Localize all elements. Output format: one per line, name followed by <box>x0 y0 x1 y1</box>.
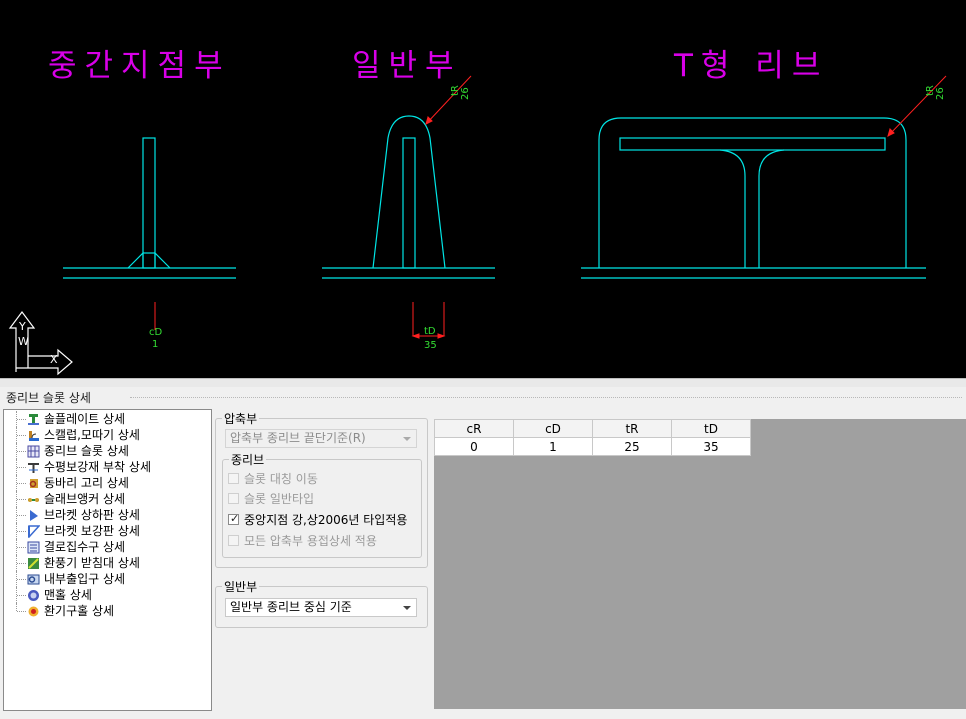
bracket-stiffener-icon <box>28 525 40 538</box>
panel-title: 종리브 슬롯 상세 <box>6 391 91 405</box>
caption-rule <box>130 397 962 399</box>
tree-label: 종리브 슬롯 상세 <box>44 444 129 458</box>
check-icon: ✓ <box>230 512 240 525</box>
dim-td-value: 35 <box>424 340 437 351</box>
dim-cd-value: 1 <box>152 339 158 350</box>
title-general: 일반부 <box>352 48 462 84</box>
value-grid[interactable]: cR cD tR tD 0 1 25 35 <box>434 419 751 456</box>
ucs-y-label: Y <box>18 320 26 333</box>
scallop-icon <box>29 431 39 441</box>
chevron-down-icon <box>403 437 411 441</box>
stiffener-icon <box>28 463 39 473</box>
grid-row[interactable]: 0 1 25 35 <box>434 437 751 456</box>
grid-header-cell: cD <box>513 419 593 438</box>
tree-label: 수평보강재 부착 상세 <box>44 460 151 474</box>
checkbox-box[interactable] <box>228 473 239 484</box>
grid-header-cell: tD <box>671 419 751 438</box>
fan-support-icon <box>28 558 39 569</box>
dim-tr-value-2: 26 <box>935 87 946 100</box>
checkbox-label: 중앙지점 강,상2006년 타입적용 <box>244 513 408 527</box>
tree-label: 맨홀 상세 <box>44 588 92 602</box>
checkbox-slot-symmetric-move[interactable]: 슬롯 대칭 이동 <box>228 471 418 487</box>
checkbox-label: 슬롯 일반타입 <box>244 492 315 506</box>
tree-label: 슬래브앵커 상세 <box>44 492 126 506</box>
tree-label: 내부출입구 상세 <box>44 572 126 586</box>
tree-label: 동바리 고리 상세 <box>44 476 129 490</box>
checkbox-box[interactable] <box>228 493 239 504</box>
splitter-bar[interactable] <box>0 378 966 387</box>
bracket-flange-icon <box>30 510 38 521</box>
shoring-ring-icon <box>29 479 38 488</box>
manhole-icon <box>28 590 39 601</box>
rib-legend: 종리브 <box>231 453 265 467</box>
cad-viewport[interactable]: 중간지점부 일반부 T형 리브 cD 1 tD 35 tR 26 tR 26 Y… <box>0 0 966 378</box>
grid-cell[interactable]: 25 <box>592 437 672 456</box>
grid-cell[interactable]: 1 <box>513 437 593 456</box>
general-legend: 일반부 <box>224 580 258 594</box>
tree-label: 솔플레이트 상세 <box>44 412 126 426</box>
access-door-icon <box>27 574 40 585</box>
checkbox-slot-general-type[interactable]: 슬롯 일반타입 <box>228 491 418 507</box>
checkbox-label: 모든 압축부 용접상세 적용 <box>244 534 377 548</box>
general-select-value: 일반부 종리브 중심 기준 <box>230 600 352 614</box>
compression-legend: 압축부 <box>224 412 258 426</box>
checkbox-box[interactable] <box>228 535 239 546</box>
tree-label: 결로집수구 상세 <box>44 540 126 554</box>
middle-support-geometry <box>63 137 236 279</box>
checkbox-label: 슬롯 대칭 이동 <box>244 472 318 486</box>
tree-label: 환풍기 받침대 상세 <box>44 556 140 570</box>
dim-cd-label: cD <box>149 327 162 338</box>
svg-text:W: W <box>18 335 29 348</box>
tree-label: 스캘럽,모따기 상세 <box>44 428 140 442</box>
slab-anchor-icon <box>28 498 39 502</box>
vent-hole-icon <box>28 606 39 617</box>
grid-cell[interactable]: 0 <box>434 437 514 456</box>
chevron-down-icon <box>403 606 411 610</box>
general-select[interactable]: 일반부 종리브 중심 기준 <box>225 598 417 617</box>
checkbox-all-compression-weld[interactable]: 모든 압축부 용접상세 적용 <box>228 533 418 549</box>
ucs-x-label: X <box>50 353 58 366</box>
tree-label: 환기구홀 상세 <box>44 604 115 618</box>
grid-header-cell: tR <box>592 419 672 438</box>
compression-select-value: 압축부 종리브 끝단기준(R) <box>230 431 366 445</box>
sole-plate-icon <box>28 414 39 425</box>
grid-header-row: cR cD tR tD <box>434 419 751 438</box>
title-t-rib: T형 리브 <box>674 48 829 84</box>
rib-slot-icon <box>27 445 40 458</box>
dim-td-label: tD <box>424 326 436 337</box>
tree-label: 브라켓 상하판 상세 <box>44 508 140 522</box>
compression-select[interactable]: 압축부 종리브 끝단기준(R) <box>225 429 417 448</box>
grid-header-cell: cR <box>434 419 514 438</box>
drain-icon <box>27 541 40 554</box>
t-rib-geometry <box>581 117 926 279</box>
dim-tr-value-1: 26 <box>460 87 471 100</box>
checkbox-box[interactable]: ✓ <box>228 512 240 525</box>
grid-cell[interactable]: 35 <box>671 437 751 456</box>
title-middle-support: 중간지점부 <box>48 48 231 84</box>
general-geometry <box>322 115 495 279</box>
checkbox-middle-support-2006-type[interactable]: ✓ 중앙지점 강,상2006년 타입적용 <box>228 512 418 528</box>
value-grid-area[interactable]: cR cD tR tD 0 1 25 35 <box>434 419 966 709</box>
tree-label: 브라켓 보강판 상세 <box>44 524 140 538</box>
detail-tree[interactable]: 솔플레이트 상세 스캘럽,모따기 상세 종리브 슬롯 상세 수평보강재 부착 상… <box>3 409 212 711</box>
